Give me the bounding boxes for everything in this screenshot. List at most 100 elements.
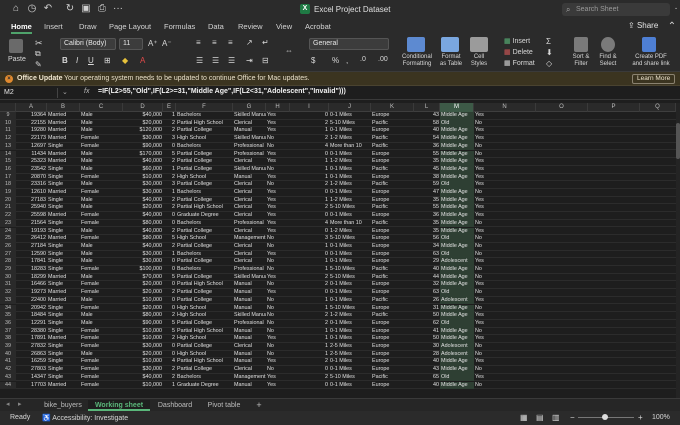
- cell-k[interactable]: Pacific: [371, 297, 414, 305]
- cell-e[interactable]: 2: [163, 335, 176, 343]
- format-as-table-icon[interactable]: [441, 37, 459, 52]
- cell-a[interactable]: 23542: [16, 166, 47, 174]
- cell-a[interactable]: 18484: [16, 312, 47, 320]
- row-header[interactable]: 27: [0, 250, 16, 259]
- column-header-p[interactable]: P: [588, 103, 640, 112]
- cell-j[interactable]: 0-1 Miles: [329, 151, 371, 159]
- select-all-corner[interactable]: [0, 103, 16, 112]
- cell-b[interactable]: Single: [47, 343, 80, 351]
- cell-i[interactable]: 2: [290, 312, 329, 320]
- cell-m[interactable]: Middle Age: [440, 327, 474, 336]
- column-header-a[interactable]: A: [16, 103, 47, 112]
- cell-j[interactable]: 0-1 Miles: [329, 189, 371, 197]
- cell-b[interactable]: Single: [47, 320, 80, 328]
- cell-g[interactable]: Clerical: [233, 228, 266, 236]
- cell-k[interactable]: Pacific: [371, 266, 414, 274]
- cell-l[interactable]: 35: [414, 228, 440, 236]
- cell-k[interactable]: Europe: [371, 197, 414, 205]
- tab-draw[interactable]: Draw: [79, 22, 97, 31]
- tab-data[interactable]: Data: [208, 22, 224, 31]
- normal-view-icon[interactable]: ▦: [520, 413, 528, 422]
- cell-k[interactable]: Pacific: [371, 135, 414, 143]
- row-header[interactable]: 44: [0, 381, 16, 390]
- cell-h[interactable]: No: [266, 266, 290, 274]
- cell-l[interactable]: 54: [414, 135, 440, 143]
- row-header[interactable]: 10: [0, 119, 16, 128]
- cell-i[interactable]: 2: [290, 204, 329, 212]
- cell-h[interactable]: Yes: [266, 189, 290, 197]
- cell-c[interactable]: Female: [80, 374, 123, 382]
- cell-l[interactable]: 40: [414, 382, 440, 390]
- cell-i[interactable]: 1: [290, 158, 329, 166]
- cell-g[interactable]: Management: [233, 374, 266, 382]
- cell-l[interactable]: 35: [414, 220, 440, 228]
- cell-k[interactable]: Pacific: [371, 274, 414, 282]
- cell-j[interactable]: 5-10 Miles: [329, 374, 371, 382]
- cell-i[interactable]: 0: [290, 151, 329, 159]
- cell-a[interactable]: 27832: [16, 343, 47, 351]
- align-bottom-icon[interactable]: ≡: [228, 38, 233, 47]
- cell-l[interactable]: 50: [414, 335, 440, 343]
- cell-j[interactable]: 0-1 Miles: [329, 297, 371, 305]
- cell-h[interactable]: Yes: [266, 112, 290, 120]
- cell-j[interactable]: 0-1 Miles: [329, 212, 371, 220]
- cell-d[interactable]: $10,000: [123, 297, 163, 305]
- cell-j[interactable]: 0-1 Miles: [329, 251, 371, 259]
- comma-icon[interactable]: ,: [346, 56, 348, 65]
- cell-k[interactable]: Europe: [371, 174, 414, 182]
- cell-g[interactable]: Clerical: [233, 158, 266, 166]
- cell-n[interactable]: Yes: [474, 281, 536, 289]
- cell-i[interactable]: 2: [290, 120, 329, 128]
- row-header[interactable]: 31: [0, 281, 16, 290]
- cell-b[interactable]: Single: [47, 243, 80, 251]
- cell-l[interactable]: 40: [414, 127, 440, 135]
- cell-h[interactable]: Yes: [266, 274, 290, 282]
- increase-decimal-icon[interactable]: .0: [360, 56, 366, 63]
- cell-k[interactable]: Europe: [371, 228, 414, 236]
- cell-n[interactable]: No: [474, 343, 536, 351]
- fill-icon[interactable]: ⬇: [546, 48, 553, 57]
- cell-g[interactable]: Manual: [233, 174, 266, 182]
- row-header[interactable]: 40: [0, 350, 16, 359]
- cell-h[interactable]: Yes: [266, 127, 290, 135]
- cell-f[interactable]: Partial College: [176, 228, 233, 236]
- column-header-f[interactable]: F: [176, 103, 233, 112]
- cell-a[interactable]: 28380: [16, 328, 47, 336]
- cell-f[interactable]: Bachelors: [176, 220, 233, 228]
- cell-d[interactable]: $30,000: [123, 189, 163, 197]
- cell-k[interactable]: Europe: [371, 289, 414, 297]
- cell-d[interactable]: $70,000: [123, 274, 163, 282]
- insert-function-icon[interactable]: fx: [84, 88, 89, 95]
- fill-color-icon[interactable]: ◆: [122, 56, 128, 65]
- cell-g[interactable]: Clerical: [233, 120, 266, 128]
- cell-a[interactable]: 16466: [16, 281, 47, 289]
- cell-a[interactable]: 25323: [16, 158, 47, 166]
- cell-b[interactable]: Single: [47, 351, 80, 359]
- cell-c[interactable]: Male: [80, 243, 123, 251]
- cell-c[interactable]: Male: [80, 166, 123, 174]
- column-header-e[interactable]: E: [163, 103, 176, 112]
- cell-c[interactable]: Male: [80, 251, 123, 259]
- cell-m[interactable]: Middle Age: [440, 189, 474, 197]
- cell-a[interactable]: 19273: [16, 289, 47, 297]
- cell-d[interactable]: $20,000: [123, 204, 163, 212]
- cell-j[interactable]: 0-1 Miles: [329, 320, 371, 328]
- cell-n[interactable]: Yes: [474, 212, 536, 220]
- align-center-icon[interactable]: ☰: [212, 56, 219, 65]
- cell-c[interactable]: Female: [80, 135, 123, 143]
- accessibility-status[interactable]: ♿ Accessibility: Investigate: [42, 414, 128, 422]
- cell-h[interactable]: Yes: [266, 220, 290, 228]
- cell-h[interactable]: Yes: [266, 212, 290, 220]
- cell-i[interactable]: 0: [290, 382, 329, 390]
- cell-g[interactable]: Manual: [233, 328, 266, 336]
- cell-k[interactable]: Europe: [371, 320, 414, 328]
- cell-e[interactable]: 2: [163, 158, 176, 166]
- cell-d[interactable]: $10,000: [123, 174, 163, 182]
- cell-j[interactable]: 0-1 Miles: [329, 258, 371, 266]
- name-box-dropdown-icon[interactable]: ⌄: [62, 88, 68, 96]
- cell-n[interactable]: Yes: [474, 112, 536, 120]
- cell-c[interactable]: Male: [80, 197, 123, 205]
- cell-c[interactable]: Female: [80, 335, 123, 343]
- cell-m[interactable]: Old: [440, 319, 474, 328]
- cell-m[interactable]: Middle Age: [440, 242, 474, 251]
